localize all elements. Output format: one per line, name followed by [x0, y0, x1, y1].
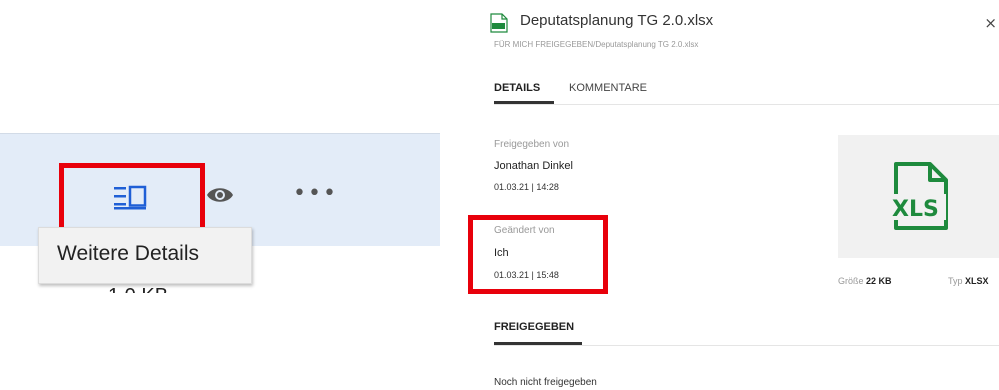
tooltip-text: Weitere Details: [57, 242, 199, 265]
file-title: Deputatsplanung TG 2.0.xlsx: [520, 12, 714, 29]
breadcrumb[interactable]: FÜR MICH FREIGEGEBEN/Deputatsplanung TG …: [494, 40, 698, 49]
shared-section-title: FREIGEGEBEN: [494, 321, 575, 333]
xlsx-file-icon: [490, 13, 508, 33]
more-options-icon[interactable]: •••: [293, 181, 338, 206]
xls-badge-text: XLS: [892, 197, 939, 222]
shared-by-name: Jonathan Dinkel: [494, 160, 573, 172]
partial-file-size-text: 1.0 KB: [108, 285, 198, 293]
type-value: XLSX: [965, 276, 989, 286]
partial-file-size: 1.0 KB: [108, 283, 198, 293]
details-panel: Deputatsplanung TG 2.0.xlsx × FÜR MICH F…: [468, 0, 999, 390]
close-icon[interactable]: ×: [984, 14, 997, 32]
tooltip: Weitere Details: [38, 227, 252, 284]
size-label: Größe: [838, 276, 864, 286]
xls-document-icon: XLS: [890, 162, 948, 230]
tab-comments[interactable]: KOMMENTARE: [569, 82, 647, 94]
size-value: 22 KB: [866, 276, 892, 286]
shared-by-date: 01.03.21 | 14:28: [494, 182, 559, 192]
tab-divider: [494, 104, 999, 105]
tab-details[interactable]: DETAILS: [494, 82, 540, 94]
file-type: Typ XLSX: [948, 276, 989, 286]
file-size: Größe 22 KB: [838, 276, 892, 286]
highlight-box: [59, 163, 205, 234]
highlight-box: [468, 215, 608, 294]
shared-by-label: Freigegeben von: [494, 139, 570, 150]
eye-icon[interactable]: [205, 182, 235, 208]
type-label: Typ: [948, 276, 963, 286]
section-divider: [494, 345, 999, 346]
sharing-status: Noch nicht freigegeben: [494, 377, 597, 388]
